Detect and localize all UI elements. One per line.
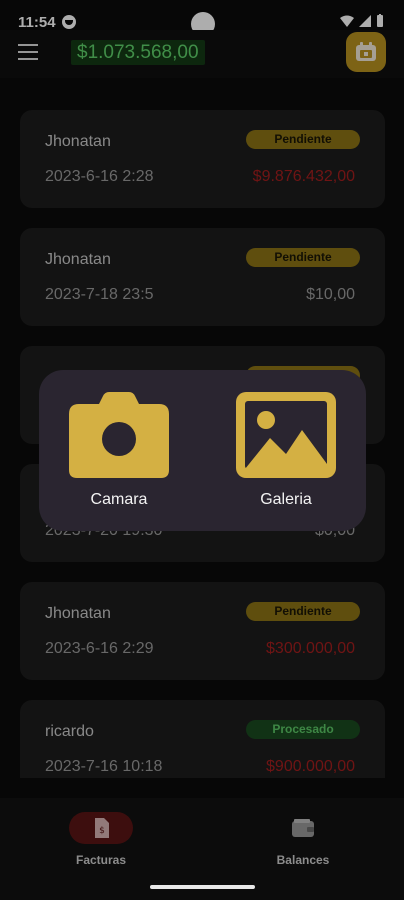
invoice-date: 2023-7-18 23:5 [45, 286, 154, 303]
status-icons [340, 14, 384, 27]
invoice-name: ricardo [45, 723, 94, 740]
nav-facturas-pill: $ [69, 812, 133, 844]
camera-option[interactable]: Camara [64, 392, 174, 509]
status-badge: Procesado [246, 720, 360, 739]
gallery-option[interactable]: Galeria [231, 392, 341, 509]
gallery-label: Galeria [260, 491, 312, 508]
invoice-name: Jhonatan [45, 251, 111, 268]
wifi-icon [340, 15, 354, 27]
status-badge: Pendiente [246, 130, 360, 149]
receipt-add-icon [356, 42, 376, 61]
home-indicator[interactable] [150, 885, 255, 889]
image-icon [236, 392, 336, 478]
invoice-amount: $10,00 [306, 286, 355, 303]
camera-label: Camara [90, 491, 148, 508]
balance-display: $1.073.568,00 [71, 40, 205, 65]
nav-balances-pill [271, 812, 335, 844]
invoice-icon: $ [95, 818, 109, 838]
invoice-card[interactable]: Jhonatan 2023-7-18 23:5 Pendiente $10,00 [20, 228, 385, 326]
invoice-date: 2023-7-16 10:18 [45, 758, 163, 775]
battery-icon [377, 14, 383, 27]
wallet-icon [292, 819, 314, 837]
menu-icon [18, 44, 38, 46]
menu-button[interactable] [18, 44, 38, 60]
invoice-name: Jhonatan [45, 133, 111, 150]
invoice-name: Jhonatan [45, 605, 111, 622]
invoice-date: 2023-6-16 2:29 [45, 640, 154, 657]
invoice-card[interactable]: ricardo 2023-7-16 10:18 Procesado $900.0… [20, 700, 385, 778]
add-invoice-button[interactable] [346, 32, 386, 72]
nav-balances-label: Balances [276, 853, 330, 867]
status-time: 11:54 [18, 14, 56, 31]
invoice-card[interactable]: Jhonatan 2023-6-16 2:28 Pendiente $9.876… [20, 110, 385, 208]
signal-icon [359, 14, 371, 27]
invoice-amount: $300.000,00 [266, 640, 355, 657]
app-notification-icon [62, 15, 76, 29]
svg-text:$: $ [99, 826, 105, 836]
app-bar: $1.073.568,00 [0, 30, 404, 78]
nav-facturas[interactable]: $ Facturas [41, 812, 161, 867]
invoice-card[interactable]: Jhonatan 2023-6-16 2:29 Pendiente $300.0… [20, 582, 385, 680]
status-badge: Pendiente [246, 248, 360, 267]
nav-balances[interactable]: Balances [243, 812, 363, 867]
image-source-picker: Camara Galeria [39, 370, 366, 531]
invoice-amount: $9.876.432,00 [252, 168, 355, 185]
invoice-date: 2023-6-16 2:28 [45, 168, 154, 185]
camera-icon [69, 392, 169, 478]
nav-facturas-label: Facturas [75, 853, 127, 867]
status-badge: Pendiente [246, 602, 360, 621]
invoice-amount: $900.000,00 [266, 758, 355, 775]
